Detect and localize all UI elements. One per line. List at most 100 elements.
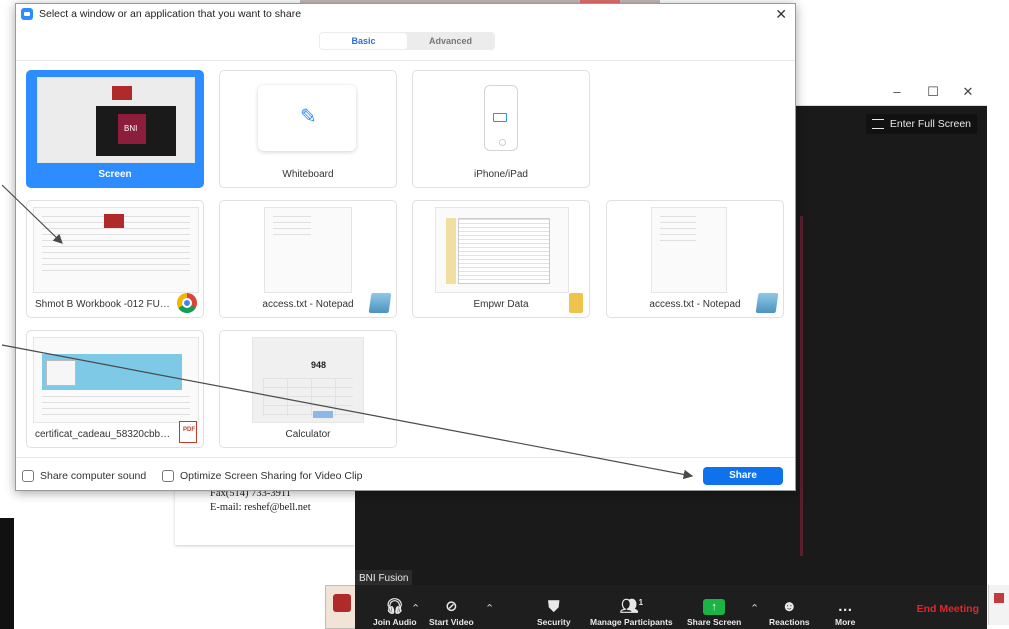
- close-icon[interactable]: ✕: [775, 6, 787, 23]
- share-tile-notepad-1[interactable]: access.txt - Notepad: [219, 200, 397, 318]
- window-preview: [33, 337, 199, 423]
- pdf-icon: PDF: [179, 421, 197, 443]
- share-tile-iphone-ipad[interactable]: iPhone/iPad: [412, 70, 590, 188]
- share-screen-button[interactable]: ↑ Share Screen: [687, 599, 741, 627]
- start-video-label: Start Video: [429, 617, 474, 627]
- dialog-footer: Share computer sound Optimize Screen Sha…: [16, 457, 795, 490]
- enter-full-screen-label: Enter Full Screen: [889, 118, 971, 130]
- share-tile-whiteboard[interactable]: ✎ Whiteboard: [219, 70, 397, 188]
- video-off-icon: ⊘: [445, 598, 458, 615]
- video-options-caret[interactable]: ⌃: [485, 602, 494, 615]
- share-tile-calculator[interactable]: 948 Calculator: [219, 330, 397, 448]
- share-button[interactable]: Share: [703, 467, 783, 485]
- share-screen-label: Share Screen: [687, 617, 742, 627]
- end-meeting-button[interactable]: End Meeting: [917, 603, 979, 615]
- airplay-icon: [493, 113, 507, 122]
- preview-content: [458, 218, 550, 284]
- minimize-button[interactable]: –: [887, 84, 907, 100]
- optimize-video-label: Optimize Screen Sharing for Video Clip: [180, 470, 363, 482]
- preview-header-graphic: [104, 214, 124, 228]
- checkbox-box[interactable]: [162, 470, 174, 482]
- audio-options-caret[interactable]: ⌃: [411, 602, 420, 615]
- preview-sidebar: [446, 218, 456, 284]
- preview-content: [42, 396, 190, 416]
- participants-icon: 👥︎1: [619, 598, 644, 615]
- share-sound-checkbox[interactable]: Share computer sound: [22, 470, 146, 482]
- tile-label: Shmot B Workbook -012 FULL VE...: [35, 299, 175, 310]
- background-dark-panel: [0, 518, 14, 629]
- start-video-button[interactable]: ⊘ Start Video: [429, 598, 474, 627]
- background-document: Fax(514) 733-3911 E-mail: reshef@bell.ne…: [175, 487, 355, 545]
- tile-label: Calculator: [285, 429, 331, 440]
- calculator-display: 948: [311, 360, 327, 370]
- share-screen-icon: ↑: [703, 599, 726, 615]
- preview-content: [273, 216, 311, 236]
- share-tile-notepad-2[interactable]: access.txt - Notepad: [606, 200, 784, 318]
- meeting-toolbar: 🎧︎ Join Audio ⌃ ⊘ Start Video ⌃ ⛊ Securi…: [355, 585, 987, 629]
- shield-icon: ⛊: [548, 598, 560, 615]
- smiley-icon: ☻: [781, 598, 798, 615]
- folder-icon: [569, 293, 583, 313]
- notepad-icon: [368, 293, 392, 313]
- background-document-thumb: [988, 585, 1009, 625]
- maximize-button[interactable]: ☐: [923, 84, 943, 100]
- dialog-titlebar: Select a window or an application that y…: [21, 8, 301, 20]
- enter-full-screen-button[interactable]: Enter Full Screen: [865, 114, 977, 134]
- reactions-label: Reactions: [769, 617, 810, 627]
- calculator-keypad: [263, 378, 353, 416]
- share-tile-chrome-workbook[interactable]: Shmot B Workbook -012 FULL VE...: [26, 200, 204, 318]
- preview-header-graphic: [112, 86, 132, 100]
- window-preview: [33, 207, 199, 293]
- document-email: E-mail: reshef@bell.net: [210, 502, 311, 513]
- screen-preview: BNI: [37, 77, 195, 163]
- desktop: Fax(514) 733-3911 E-mail: reshef@bell.ne…: [0, 0, 1009, 629]
- close-window-button[interactable]: ✕: [958, 84, 978, 100]
- pen-icon: ✎: [300, 106, 317, 128]
- join-audio-label: Join Audio: [373, 617, 417, 627]
- share-sound-label: Share computer sound: [40, 470, 147, 482]
- preview-content: [660, 216, 696, 246]
- zoom-logo-icon: [21, 8, 33, 20]
- share-mode-tabs: Basic Advanced: [319, 32, 495, 50]
- dialog-title: Select a window or an application that y…: [39, 8, 302, 20]
- preview-logo: BNI: [118, 114, 146, 144]
- ellipsis-icon: …: [837, 598, 853, 615]
- preview-map: [46, 360, 76, 386]
- preview-logo-text: BNI: [124, 124, 138, 133]
- chrome-icon: [177, 293, 197, 313]
- more-button[interactable]: … More: [835, 598, 855, 627]
- headphones-icon: 🎧︎: [385, 598, 405, 615]
- participant-thumbnail: [325, 585, 359, 629]
- share-options-caret[interactable]: ⌃: [750, 602, 759, 615]
- window-preview: 948: [252, 337, 364, 423]
- window-preview: [651, 207, 727, 293]
- tile-label: iPhone/iPad: [474, 169, 528, 180]
- share-tile-screen[interactable]: BNI Screen: [26, 70, 204, 188]
- manage-participants-button[interactable]: 👥︎1 Manage Participants: [590, 594, 673, 627]
- security-label: Security: [537, 617, 571, 627]
- tile-label: Screen: [98, 169, 132, 180]
- participant-count: 1: [638, 598, 644, 607]
- manage-participants-label: Manage Participants: [590, 617, 673, 627]
- notepad-icon: [755, 293, 779, 313]
- checkbox-box[interactable]: [22, 470, 34, 482]
- optimize-video-checkbox[interactable]: Optimize Screen Sharing for Video Clip: [162, 470, 362, 482]
- share-tile-pdf-certificate[interactable]: certificat_cadeau_58320cbb70a10... PDF: [26, 330, 204, 448]
- security-button[interactable]: ⛊ Security: [537, 598, 571, 627]
- share-tile-empwr-data[interactable]: Empwr Data: [412, 200, 590, 318]
- shared-content-edge: [800, 216, 803, 556]
- tab-advanced[interactable]: Advanced: [407, 33, 494, 49]
- reactions-button[interactable]: ☻ Reactions: [769, 598, 810, 627]
- share-screen-dialog: Select a window or an application that y…: [15, 3, 796, 491]
- window-preview: [435, 207, 569, 293]
- tile-label: Empwr Data: [473, 299, 529, 310]
- more-label: More: [835, 617, 856, 627]
- fullscreen-icon: [871, 119, 884, 129]
- calculator-equals-key: [313, 411, 333, 418]
- tile-label: Whiteboard: [282, 169, 334, 180]
- window-preview: [264, 207, 352, 293]
- dialog-divider: [16, 60, 795, 61]
- pdf-badge-text: PDF: [183, 427, 195, 433]
- tab-basic[interactable]: Basic: [320, 33, 407, 49]
- tile-label: certificat_cadeau_58320cbb70a10...: [35, 429, 175, 440]
